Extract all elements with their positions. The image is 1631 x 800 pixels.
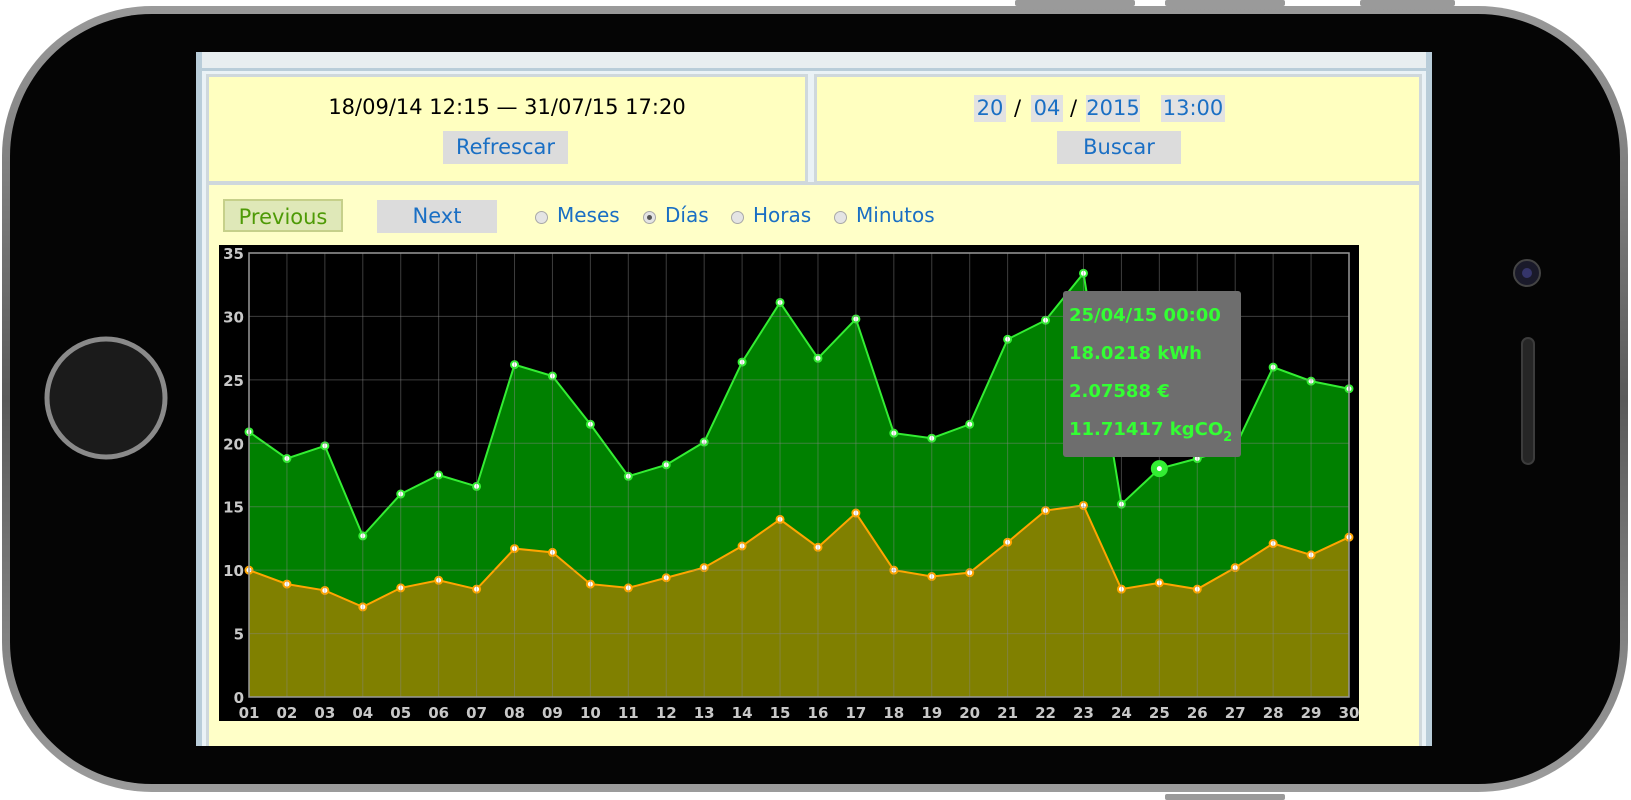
date-input-row: 20 / 04 / 2015 13:00: [817, 95, 1419, 123]
radio-label: Minutos: [856, 203, 935, 227]
x-tick-label: 04: [352, 704, 373, 721]
x-tick-label: 29: [1301, 704, 1322, 721]
x-tick-label: 15: [770, 704, 791, 721]
range-panel: 18/09/14 12:15 — 31/07/15 17:20 Refresca…: [206, 74, 808, 184]
radio-icon: [731, 211, 744, 224]
volume-button-top: [1015, 0, 1135, 6]
x-tick-label: 20: [959, 704, 980, 721]
x-tick-label: 08: [504, 704, 525, 721]
highlighted-point-center: [1156, 466, 1162, 472]
x-tick-label: 12: [656, 704, 677, 721]
x-tick-label: 19: [921, 704, 942, 721]
x-tick-label: 06: [428, 704, 449, 721]
date-separator: /: [1070, 96, 1078, 120]
power-button: [1165, 794, 1285, 800]
screen: 18/09/14 12:15 — 31/07/15 17:20 Refresca…: [196, 52, 1432, 746]
search-button[interactable]: Buscar: [1057, 131, 1181, 164]
x-tick-label: 01: [239, 704, 260, 721]
volume-button-top-2: [1165, 0, 1285, 6]
x-tick-label: 11: [618, 704, 639, 721]
speaker-grille: [1521, 337, 1535, 465]
radio-selected-icon: [643, 211, 656, 224]
radio-label: Días: [665, 203, 709, 227]
tooltip-line: 18.0218 kWh: [1069, 343, 1202, 364]
x-tick-label: 13: [694, 704, 715, 721]
tooltip-line: 25/04/15 00:00: [1069, 305, 1221, 326]
date-separator: /: [1014, 96, 1022, 120]
x-tick-label: 23: [1073, 704, 1094, 721]
x-tick-label: 30: [1339, 704, 1359, 721]
y-tick-label: 20: [223, 435, 244, 453]
x-tick-label: 21: [997, 704, 1018, 721]
radio-label: Meses: [557, 203, 620, 227]
date-search-panel: 20 / 04 / 2015 13:00 Buscar: [814, 74, 1422, 184]
mute-switch: [1360, 0, 1455, 6]
x-tick-label: 27: [1225, 704, 1246, 721]
x-tick-label: 26: [1187, 704, 1208, 721]
time-field[interactable]: 13:00: [1161, 95, 1225, 122]
next-button[interactable]: Next: [377, 200, 497, 233]
day-field[interactable]: 20: [974, 95, 1006, 122]
x-tick-label: 09: [542, 704, 563, 721]
date-range-label: 18/09/14 12:15 — 31/07/15 17:20: [328, 95, 686, 119]
x-tick-label: 28: [1263, 704, 1284, 721]
year-field[interactable]: 2015: [1086, 95, 1140, 122]
chart-panel: Previous Next Meses Días Horas Minutos 0…: [206, 182, 1422, 746]
home-button[interactable]: [44, 336, 168, 460]
chart-area[interactable]: 0 5 10 15 20 25 30 35 01 02 03 04 05 06 07 08 09 10 11 12 13…: [219, 245, 1359, 722]
camera-lens-icon: [1522, 268, 1532, 278]
x-tick-label: 07: [466, 704, 487, 721]
y-tick-label: 5: [234, 626, 244, 644]
y-tick-label: 35: [223, 245, 244, 263]
month-field[interactable]: 04: [1031, 95, 1063, 122]
x-tick-label: 16: [808, 704, 829, 721]
energy-chart[interactable]: 0510152025303501 02 03 04 05 06 07 08 09 10 11 12 13…: [219, 245, 1359, 722]
x-tick-label: 14: [732, 704, 753, 721]
x-tick-label: 18: [883, 704, 904, 721]
y-tick-label: 25: [223, 372, 244, 390]
y-tick-label: 10: [223, 562, 244, 580]
y-tick-label: 30: [223, 308, 244, 326]
radio-icon: [535, 211, 548, 224]
x-tick-label: 02: [276, 704, 297, 721]
x-tick-label: 03: [314, 704, 335, 721]
x-tick-label: 17: [845, 704, 866, 721]
top-bar: [202, 52, 1426, 71]
previous-button[interactable]: Previous: [223, 199, 343, 232]
phone-frame: 18/09/14 12:15 — 31/07/15 17:20 Refresca…: [0, 0, 1631, 800]
app-view: 18/09/14 12:15 — 31/07/15 17:20 Refresca…: [202, 52, 1426, 746]
x-tick-label: 10: [580, 704, 601, 721]
radio-label: Horas: [753, 203, 812, 227]
y-tick-label: 15: [223, 499, 244, 517]
x-tick-label: 25: [1149, 704, 1170, 721]
radio-icon: [834, 211, 847, 224]
x-tick-label: 05: [390, 704, 411, 721]
tooltip-co2-subscript: 2: [1223, 430, 1232, 445]
x-tick-label: 24: [1111, 704, 1132, 721]
refresh-button[interactable]: Refrescar: [443, 131, 568, 164]
tooltip-line: 2.07588 €: [1069, 381, 1170, 402]
x-tick-label: 22: [1035, 704, 1056, 721]
